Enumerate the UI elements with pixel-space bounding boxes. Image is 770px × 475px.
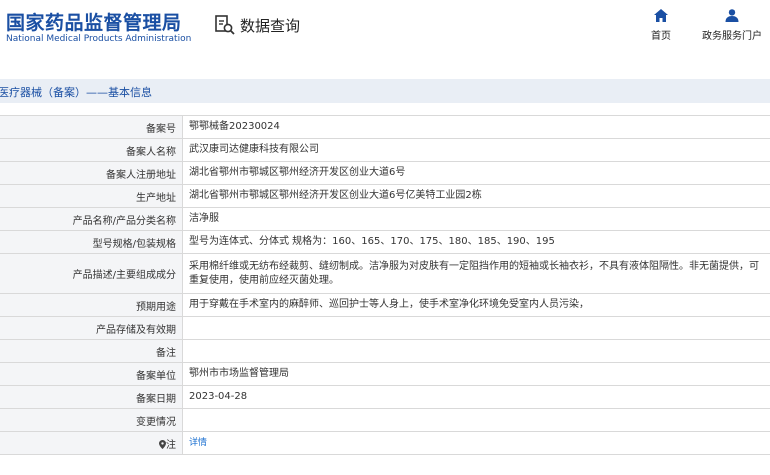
table-row: 产品名称/产品分类名称 洁净服 <box>0 207 770 231</box>
logo-english-title[interactable]: National Medical Products Administration <box>6 34 191 44</box>
row-value: 鄂鄂械备20230024 <box>182 115 770 139</box>
logo-chinese-title[interactable]: 国家药品监督管理局 <box>6 8 182 35</box>
row-value <box>182 339 770 363</box>
table-row: 备注 <box>0 339 770 363</box>
table-row: 产品描述/主要组成成分 采用棉纤维或无纺布经裁剪、缝纫制成。洁净服为对皮肤有一定… <box>0 253 770 294</box>
table-row: 型号规格/包装规格 型号为连体式、分体式 规格为：160、165、170、175… <box>0 230 770 254</box>
location-pin-icon <box>159 439 166 449</box>
row-value: 2023-04-28 <box>182 385 770 409</box>
home-icon <box>654 9 668 22</box>
row-value <box>182 316 770 340</box>
row-label: 备案单位 <box>0 362 183 386</box>
details-link[interactable]: 详情 <box>189 438 207 448</box>
row-label: 备注 <box>0 339 183 363</box>
row-value: 采用棉纤维或无纺布经裁剪、缝纫制成。洁净服为对皮肤有一定阻挡作用的短袖或长袖衣衫… <box>182 253 770 294</box>
row-value: 用于穿戴在手术室内的麻醉师、巡回护士等人身上，使手术室净化环境免受室内人员污染， <box>182 293 770 317</box>
row-label: 产品存储及有效期 <box>0 316 183 340</box>
note-value-cell: 详情 <box>182 431 770 455</box>
table-row: 备案日期 2023-04-28 <box>0 385 770 409</box>
row-value: 武汉康司达健康科技有限公司 <box>182 138 770 162</box>
row-value: 湖北省鄂州市鄂城区鄂州经济开发区创业大道6号亿美特工业园2栋 <box>182 184 770 208</box>
row-value: 鄂州市市场监督管理局 <box>182 362 770 386</box>
row-label: 产品名称/产品分类名称 <box>0 207 183 231</box>
table-row: 备案人注册地址 湖北省鄂州市鄂城区鄂州经济开发区创业大道6号 <box>0 161 770 185</box>
row-value <box>182 408 770 432</box>
table-row: 生产地址 湖北省鄂州市鄂城区鄂州经济开发区创业大道6号亿美特工业园2栋 <box>0 184 770 208</box>
row-label: 变更情况 <box>0 408 183 432</box>
section-title: 医疗器械（备案）——基本信息 <box>0 86 152 99</box>
row-value: 湖北省鄂州市鄂城区鄂州经济开发区创业大道6号 <box>182 161 770 185</box>
row-label: 备案号 <box>0 115 183 139</box>
table-row: 预期用途 用于穿戴在手术室内的麻醉师、巡回护士等人身上，使手术室净化环境免受室内… <box>0 293 770 317</box>
row-label: 预期用途 <box>0 293 183 317</box>
row-label: 备案日期 <box>0 385 183 409</box>
nav-portal-label: 政务服务门户 <box>702 31 762 42</box>
row-value: 型号为连体式、分体式 规格为：160、165、170、175、180、185、1… <box>182 230 770 254</box>
table-row: 变更情况 <box>0 408 770 432</box>
data-query-icon <box>215 15 235 35</box>
table-row: 备案人名称 武汉康司达健康科技有限公司 <box>0 138 770 162</box>
note-label: 注 <box>166 439 176 451</box>
row-label: 生产地址 <box>0 184 183 208</box>
row-label: 备案人名称 <box>0 138 183 162</box>
data-query-heading: 数据查询 <box>214 14 300 36</box>
site-header: 国家药品监督管理局 National Medical Products Admi… <box>0 0 770 58</box>
section-title-bar: 医疗器械（备案）——基本信息 <box>0 79 770 103</box>
nav-government-service-portal[interactable]: 政务服务门户 <box>697 9 767 42</box>
table-row: 备案单位 鄂州市市场监督管理局 <box>0 362 770 386</box>
note-row: 注 详情 <box>0 431 770 455</box>
row-label: 型号规格/包装规格 <box>0 230 183 254</box>
data-query-title: 数据查询 <box>240 16 301 35</box>
basic-info-table: 备案号 鄂鄂械备20230024 备案人名称 武汉康司达健康科技有限公司 备案人… <box>0 115 770 455</box>
note-label-cell: 注 <box>0 431 183 455</box>
row-label: 备案人注册地址 <box>0 161 183 185</box>
table-row: 产品存储及有效期 <box>0 316 770 340</box>
row-label: 产品描述/主要组成成分 <box>0 253 183 294</box>
row-value: 洁净服 <box>182 207 770 231</box>
nav-home-label: 首页 <box>651 31 671 42</box>
nav-home[interactable]: 首页 <box>626 9 696 42</box>
user-icon <box>725 9 739 22</box>
table-row: 备案号 鄂鄂械备20230024 <box>0 115 770 139</box>
